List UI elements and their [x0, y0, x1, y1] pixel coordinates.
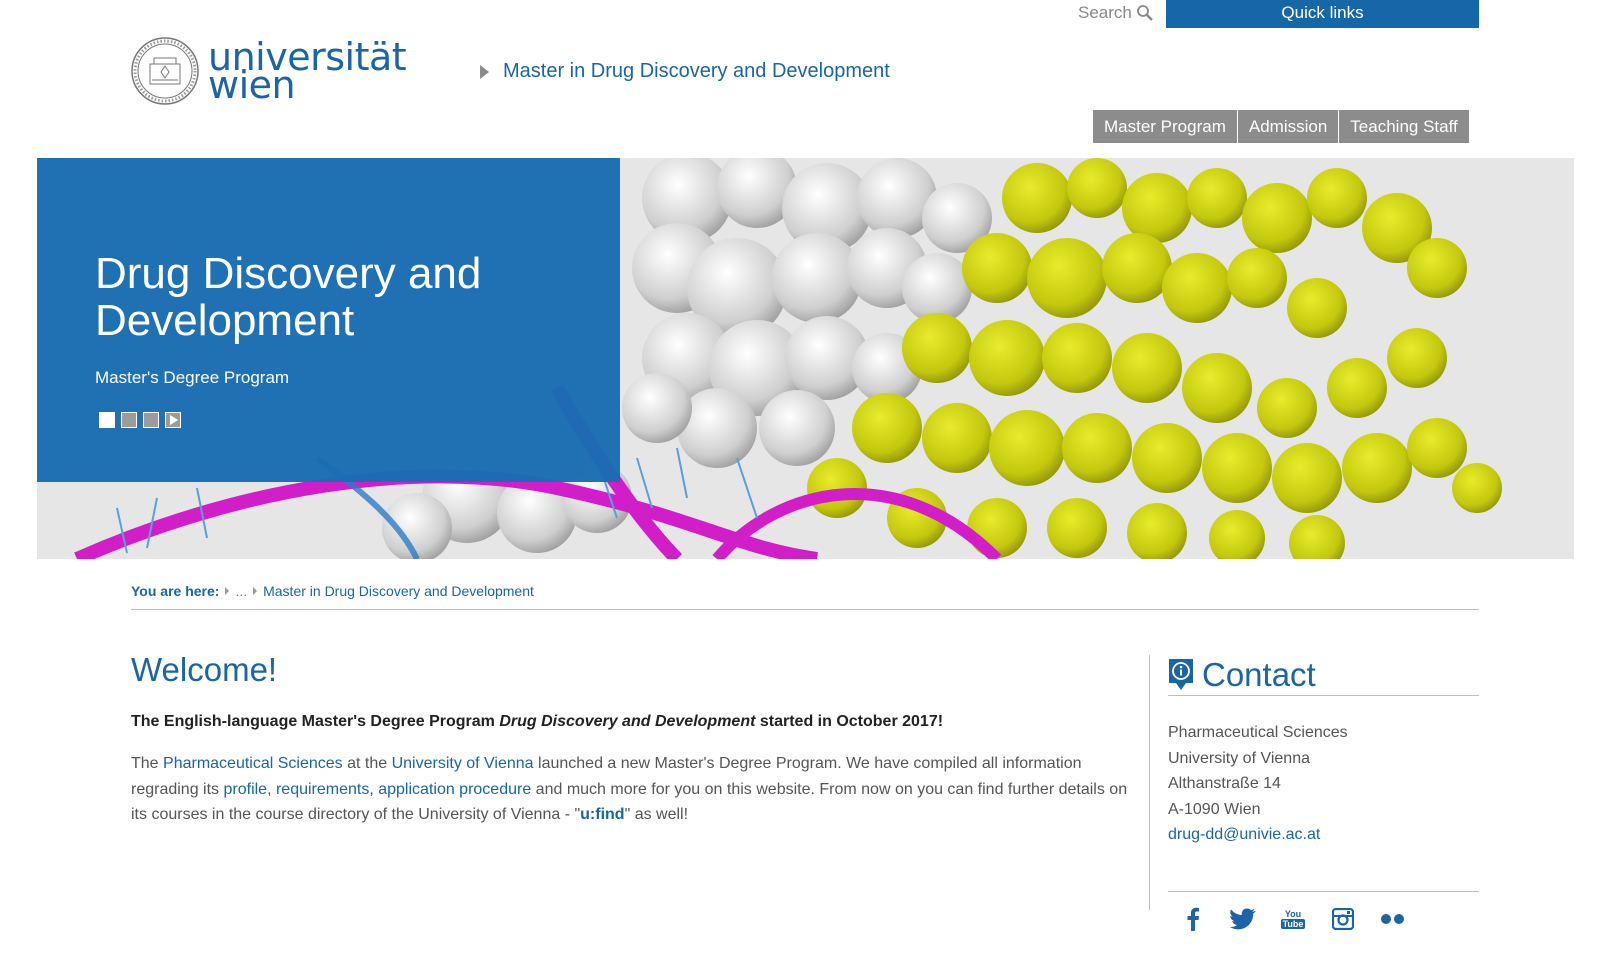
contact-email-link[interactable]: drug-dd@univie.ac.at [1168, 826, 1320, 843]
search-label: Search [1078, 3, 1132, 22]
breadcrumb-chevron-icon [253, 587, 258, 595]
search-icon [1136, 5, 1153, 21]
hero-panel: Drug Discovery and Development Master's … [37, 158, 620, 482]
info-icon [1169, 659, 1193, 690]
hero-title: Drug Discovery and Development [95, 249, 482, 345]
university-logo[interactable]: universität wien [130, 36, 407, 106]
column-divider [1149, 655, 1150, 910]
facebook-icon[interactable] [1180, 906, 1206, 932]
chevron-right-icon [480, 64, 489, 79]
hero-subtitle: Master's Degree Program [95, 368, 290, 387]
link-ufind[interactable]: u:find [580, 806, 624, 823]
contact-heading: Contact [1168, 656, 1316, 694]
link-pharmaceutical-sciences[interactable]: Pharmaceutical Sciences [163, 755, 343, 772]
slider-controls [99, 412, 181, 428]
twitter-icon[interactable] [1230, 906, 1256, 932]
slide-dot-1[interactable] [99, 412, 115, 428]
contact-line4: A-1090 Wien [1168, 800, 1261, 818]
slide-dot-3[interactable] [143, 412, 159, 428]
slide-dot-2[interactable] [121, 412, 137, 428]
lead-text: The English-language Master's Degree Pro… [131, 713, 500, 730]
social-links: You Tube [1180, 906, 1406, 932]
contact-line1: Pharmaceutical Sciences [1168, 724, 1348, 741]
social-divider [1168, 891, 1479, 892]
contact-divider [1168, 695, 1479, 696]
site-title-text: Master in Drug Discovery and Development [503, 60, 890, 82]
link-profile[interactable]: profile [224, 781, 268, 798]
flickr-icon[interactable] [1380, 906, 1406, 932]
contact-line2: University of Vienna [1168, 749, 1310, 767]
instagram-icon[interactable] [1330, 906, 1356, 932]
search-link[interactable]: Search [1078, 3, 1154, 23]
breadcrumb-current[interactable]: Master in Drug Discovery and Development [263, 583, 534, 599]
nav-teaching-staff[interactable]: Teaching Staff [1339, 110, 1469, 143]
intro-paragraph: The Pharmaceutical Sciences at the Unive… [131, 751, 1136, 828]
nav-admission[interactable]: Admission [1237, 110, 1339, 143]
contact-address: Pharmaceutical Sciences University of Vi… [1168, 720, 1348, 848]
hero-banner: Drug Discovery and Development Master's … [37, 158, 1574, 559]
lead-text: started in October 2017! [755, 713, 944, 730]
lead-paragraph: The English-language Master's Degree Pro… [131, 713, 1121, 731]
page-heading: Welcome! [131, 651, 278, 688]
text: , [369, 780, 379, 798]
main-nav: Master Program Admission Teaching Staff [1093, 110, 1470, 143]
text: " as well! [624, 806, 689, 823]
breadcrumb-ellipsis[interactable]: ... [235, 583, 247, 599]
lead-emphasis: Drug Discovery and Development [499, 713, 756, 730]
breadcrumb-chevron-icon [225, 587, 230, 595]
contact-line3: Althanstraße 14 [1168, 775, 1281, 792]
text: at the [342, 755, 392, 772]
text: , [267, 780, 276, 798]
youtube-icon-top: You [1284, 909, 1302, 919]
link-requirements[interactable]: requirements [276, 781, 369, 798]
link-application-procedure[interactable]: application procedure [378, 781, 531, 798]
site-title[interactable]: Master in Drug Discovery and Development [480, 60, 890, 83]
text: The [131, 755, 164, 772]
nav-master-program[interactable]: Master Program [1093, 110, 1237, 143]
link-university-of-vienna[interactable]: University of Vienna [392, 755, 534, 772]
contact-title: Contact [1202, 656, 1316, 693]
breadcrumb-divider [131, 609, 1479, 610]
breadcrumb-label: You are here: [131, 583, 220, 599]
youtube-icon-bottom: Tube [1280, 919, 1306, 929]
breadcrumb: You are here: ... Master in Drug Discove… [131, 583, 534, 599]
quick-links-button[interactable]: Quick links [1166, 0, 1479, 28]
youtube-icon[interactable]: You Tube [1280, 906, 1306, 932]
university-seal-icon [131, 37, 199, 105]
play-icon[interactable] [165, 412, 181, 428]
